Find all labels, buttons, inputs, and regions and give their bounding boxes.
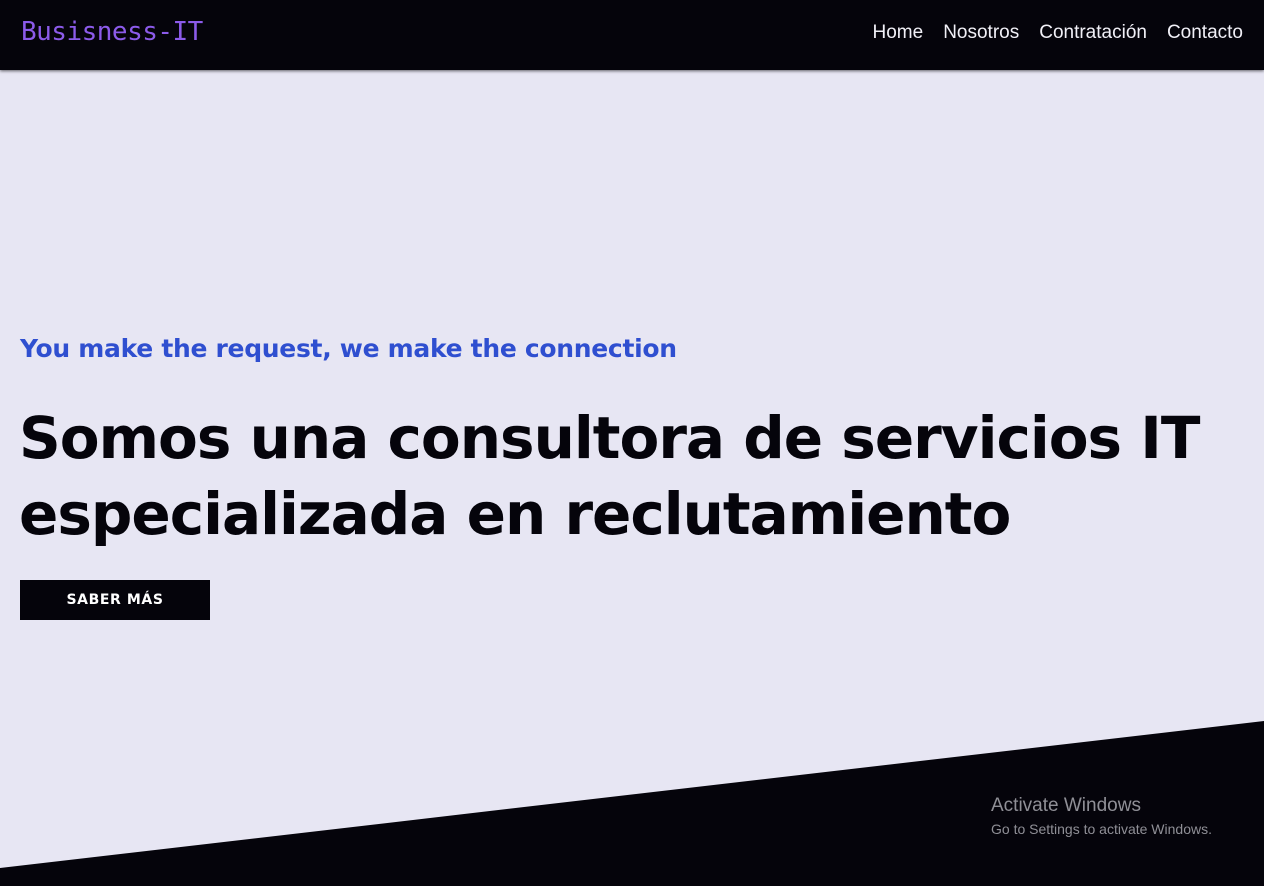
nav-link-home[interactable]: Home (873, 22, 924, 44)
site-logo[interactable]: Busisness-IT (21, 17, 203, 47)
saber-mas-button[interactable]: SABER MÁS (20, 580, 210, 620)
windows-activation-watermark: Activate Windows Go to Settings to activ… (991, 795, 1212, 839)
watermark-subtitle: Go to Settings to activate Windows. (991, 821, 1212, 837)
navbar: Busisness-IT Home Nosotros Contratación … (0, 0, 1264, 70)
hero-tagline: You make the request, we make the connec… (20, 334, 677, 363)
nav-link-contratacion[interactable]: Contratación (1039, 22, 1147, 44)
nav-menu: Home Nosotros Contratación Contacto (873, 22, 1244, 44)
hero-headline: Somos una consultora de servicios IT esp… (19, 404, 1200, 548)
watermark-title: Activate Windows (991, 795, 1141, 816)
nav-link-contacto[interactable]: Contacto (1167, 22, 1243, 44)
nav-link-nosotros[interactable]: Nosotros (943, 22, 1019, 44)
